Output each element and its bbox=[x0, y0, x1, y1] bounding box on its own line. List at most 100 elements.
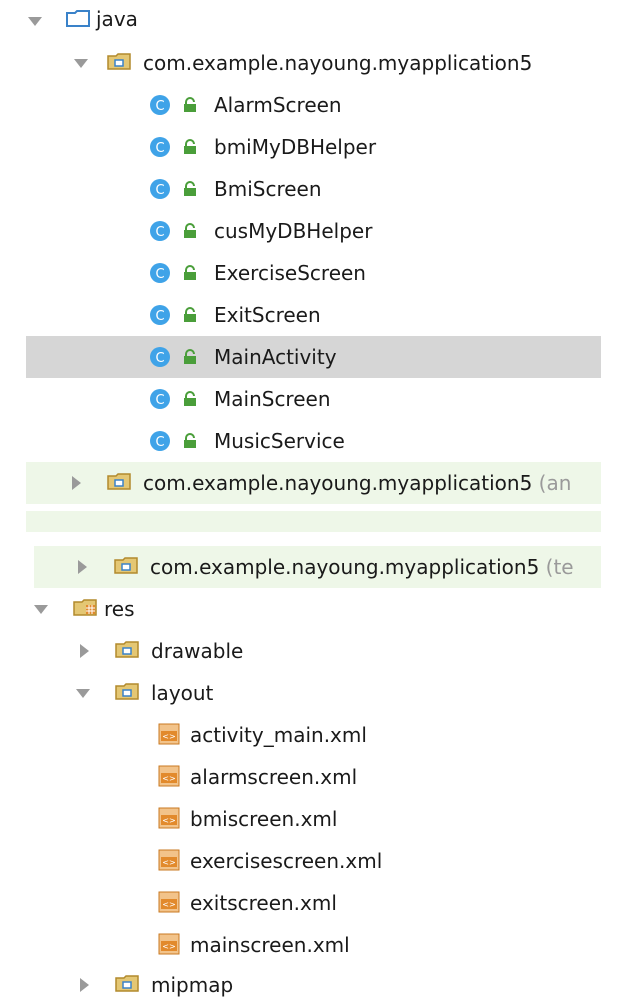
collapse-arrow-icon[interactable] bbox=[76, 689, 90, 698]
svg-text:C: C bbox=[155, 183, 164, 198]
expand-arrow-icon[interactable] bbox=[80, 978, 89, 992]
tree-label-class: AlarmScreen bbox=[214, 93, 342, 117]
tree-node-package-android-test[interactable]: com.example.nayoung.myapplication5 (an bbox=[26, 462, 601, 504]
svg-text:C: C bbox=[155, 225, 164, 240]
lock-icon bbox=[182, 97, 198, 113]
tree-node-layout[interactable]: layout bbox=[0, 672, 618, 714]
tree-node-class-selected[interactable]: C MainActivity bbox=[26, 336, 601, 378]
svg-text:C: C bbox=[155, 141, 164, 156]
layout-folder-icon bbox=[115, 683, 139, 700]
tree-node-class[interactable]: C bmiMyDBHelper bbox=[0, 126, 618, 168]
tree-label-class: bmiMyDBHelper bbox=[214, 135, 377, 159]
tree-node-package-test[interactable]: com.example.nayoung.myapplication5 (te bbox=[34, 546, 601, 588]
svg-text:C: C bbox=[155, 267, 164, 282]
lock-icon bbox=[182, 265, 198, 281]
tree-node-java[interactable]: java bbox=[0, 0, 618, 42]
package-suffix: (te bbox=[545, 555, 574, 579]
xml-file-icon: <> bbox=[157, 932, 181, 956]
package-folder-icon bbox=[107, 473, 131, 490]
tree-label-class: MainActivity bbox=[214, 345, 337, 369]
class-icon: C bbox=[149, 262, 171, 284]
svg-text:C: C bbox=[155, 435, 164, 450]
lock-icon bbox=[182, 181, 198, 197]
svg-text:C: C bbox=[155, 351, 164, 366]
tree-label-xml-file: mainscreen.xml bbox=[190, 933, 350, 957]
svg-text:C: C bbox=[155, 309, 164, 324]
class-icon: C bbox=[149, 388, 171, 410]
tree-node-xml-file[interactable]: <> activity_main.xml bbox=[0, 714, 618, 756]
java-folder-icon bbox=[66, 10, 90, 27]
package-name: com.example.nayoung.myapplication5 bbox=[150, 555, 540, 579]
tree-label-package-test: com.example.nayoung.myapplication5 (te bbox=[150, 557, 574, 577]
svg-text:<>: <> bbox=[162, 942, 175, 951]
xml-file-icon: <> bbox=[157, 848, 181, 872]
collapse-arrow-icon[interactable] bbox=[74, 59, 88, 68]
tree-label-xml-file: exercisescreen.xml bbox=[190, 849, 383, 873]
tree-node-class[interactable]: C ExerciseScreen bbox=[0, 252, 618, 294]
svg-text:C: C bbox=[155, 99, 164, 114]
class-icon: C bbox=[149, 346, 171, 368]
tree-label-class: ExitScreen bbox=[214, 303, 321, 327]
svg-text:C: C bbox=[155, 393, 164, 408]
tree-label-xml-file: alarmscreen.xml bbox=[190, 765, 358, 789]
class-icon: C bbox=[149, 136, 171, 158]
tree-label-drawable: drawable bbox=[151, 639, 244, 663]
lock-icon bbox=[182, 307, 198, 323]
xml-file-icon: <> bbox=[157, 764, 181, 788]
xml-file-icon: <> bbox=[157, 806, 181, 830]
class-icon: C bbox=[149, 178, 171, 200]
tree-node-class[interactable]: C cusMyDBHelper bbox=[0, 210, 618, 252]
lock-icon bbox=[182, 349, 198, 365]
tree-node-xml-file[interactable]: <> mainscreen.xml bbox=[0, 924, 618, 966]
collapse-arrow-icon[interactable] bbox=[34, 605, 48, 614]
lock-icon bbox=[182, 223, 198, 239]
tree-node-res[interactable]: res bbox=[0, 588, 618, 630]
package-suffix: (an bbox=[538, 471, 572, 495]
class-icon: C bbox=[149, 94, 171, 116]
tree-node-class[interactable]: C BmiScreen bbox=[0, 168, 618, 210]
svg-text:<>: <> bbox=[162, 732, 175, 741]
tree-node-class[interactable]: C ExitScreen bbox=[0, 294, 618, 336]
tree-label-class: MusicService bbox=[214, 429, 345, 453]
class-icon: C bbox=[149, 304, 171, 326]
tree-node-mipmap[interactable]: mipmap bbox=[0, 966, 618, 997]
tree-node-xml-file[interactable]: <> exercisescreen.xml bbox=[0, 840, 618, 882]
tree-label-class: cusMyDBHelper bbox=[214, 219, 373, 243]
screenshot-seam bbox=[26, 504, 601, 532]
tree-node-class[interactable]: C AlarmScreen bbox=[0, 84, 618, 126]
drawable-folder-icon bbox=[115, 641, 139, 658]
svg-text:<>: <> bbox=[162, 816, 175, 825]
tree-label-class: ExerciseScreen bbox=[214, 261, 366, 285]
tree-node-drawable[interactable]: drawable bbox=[0, 630, 618, 672]
package-folder-icon bbox=[107, 53, 131, 70]
tree-label-class: MainScreen bbox=[214, 387, 331, 411]
lock-icon bbox=[182, 391, 198, 407]
res-folder-icon bbox=[73, 599, 97, 616]
collapse-arrow-icon[interactable] bbox=[28, 17, 42, 26]
tree-node-xml-file[interactable]: <> bmiscreen.xml bbox=[0, 798, 618, 840]
expand-arrow-icon[interactable] bbox=[78, 560, 87, 574]
xml-file-icon: <> bbox=[157, 890, 181, 914]
package-folder-icon bbox=[114, 557, 138, 574]
package-name: com.example.nayoung.myapplication5 bbox=[143, 471, 533, 495]
tree-label-res: res bbox=[104, 597, 135, 621]
svg-text:<>: <> bbox=[162, 900, 175, 909]
tree-label-xml-file: activity_main.xml bbox=[190, 723, 367, 747]
tree-label-package-android-test: com.example.nayoung.myapplication5 (an bbox=[143, 473, 571, 493]
svg-text:<>: <> bbox=[162, 774, 175, 783]
svg-text:<>: <> bbox=[162, 858, 175, 867]
tree-label-package-main: com.example.nayoung.myapplication5 bbox=[143, 51, 533, 75]
tree-node-class[interactable]: C MusicService bbox=[0, 420, 618, 462]
class-icon: C bbox=[149, 430, 171, 452]
tree-label-class: BmiScreen bbox=[214, 177, 322, 201]
lock-icon bbox=[182, 433, 198, 449]
tree-label-xml-file: exitscreen.xml bbox=[190, 891, 337, 915]
tree-label-layout: layout bbox=[151, 681, 214, 705]
expand-arrow-icon[interactable] bbox=[80, 644, 89, 658]
tree-label-java: java bbox=[96, 7, 138, 31]
expand-arrow-icon[interactable] bbox=[72, 476, 81, 490]
tree-node-package-main[interactable]: com.example.nayoung.myapplication5 bbox=[0, 42, 618, 84]
tree-node-xml-file[interactable]: <> alarmscreen.xml bbox=[0, 756, 618, 798]
tree-node-class[interactable]: C MainScreen bbox=[0, 378, 618, 420]
tree-node-xml-file[interactable]: <> exitscreen.xml bbox=[0, 882, 618, 924]
